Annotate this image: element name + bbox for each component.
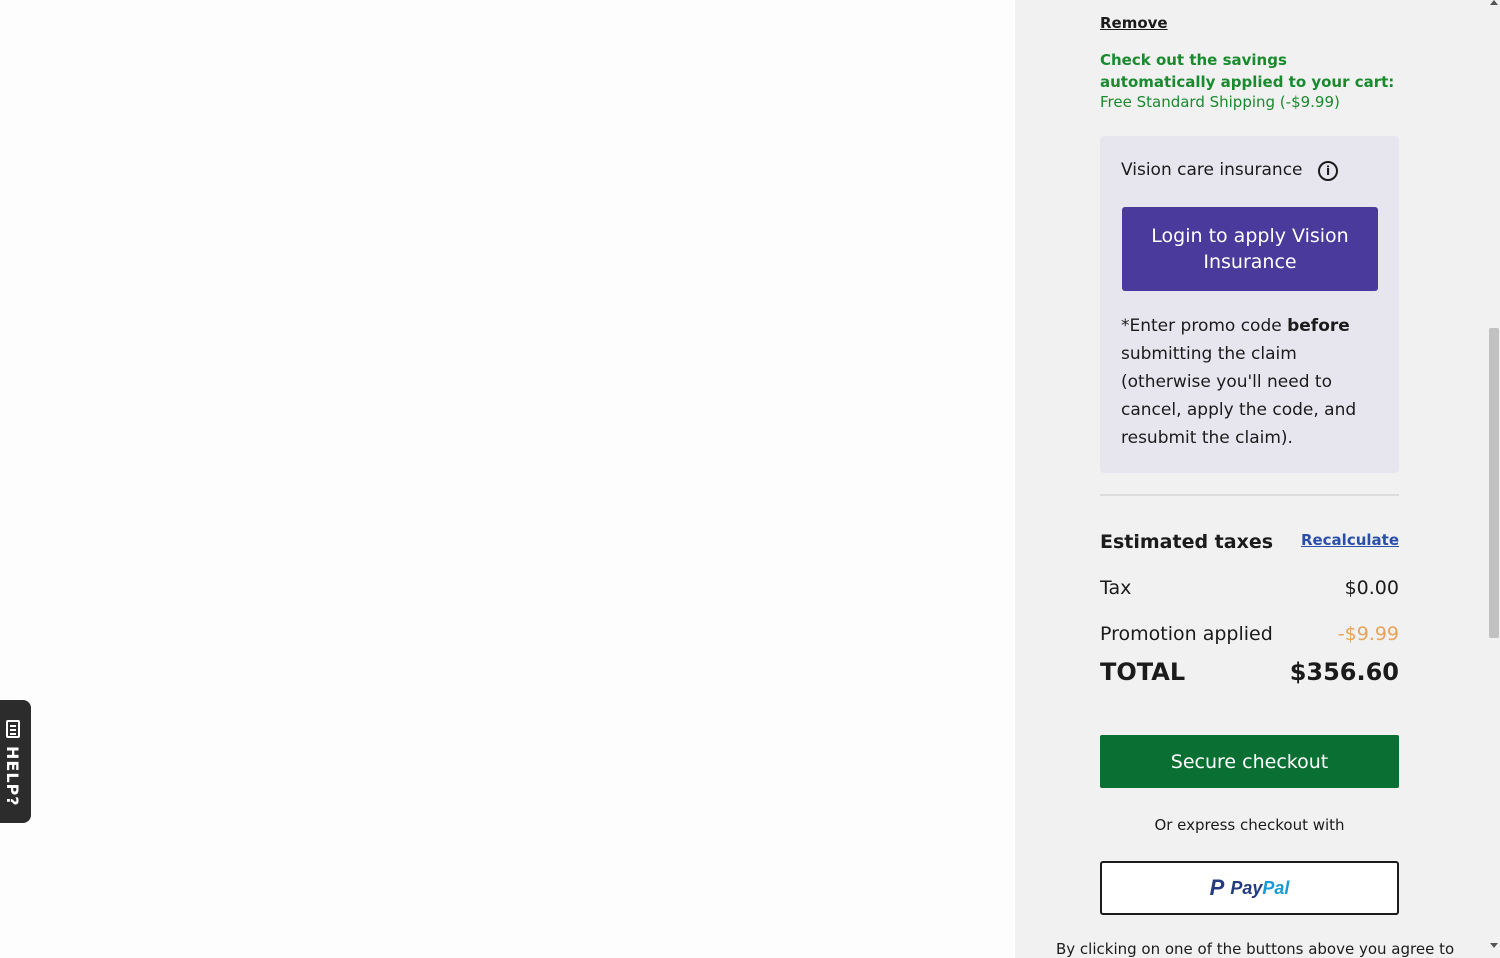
total-label: TOTAL [1100,658,1186,686]
vision-insurance-panel: Vision care insurance i Login to apply V… [1100,136,1399,473]
help-tab-label: HELP? [3,746,22,807]
help-tab[interactable]: HELP? [0,700,31,823]
scroll-up-arrow-icon[interactable] [1490,0,1498,5]
paypal-logo-pal: Pal [1262,877,1290,898]
chat-icon [5,720,20,738]
login-apply-insurance-button[interactable]: Login to apply Vision Insurance [1122,207,1378,291]
promotion-value: -$9.99 [1337,623,1399,645]
promo-note-prefix: *Enter promo code [1121,316,1288,336]
estimated-taxes-heading: Estimated taxes [1100,531,1274,553]
section-divider [1100,494,1399,496]
checkout-disclaimer: By clicking on one of the buttons above … [1056,940,1455,958]
promo-note-suffix: submitting the claim (otherwise you'll n… [1121,344,1357,448]
savings-item: Free Standard Shipping (-$9.99) [1100,93,1340,111]
paypal-button[interactable]: P PayPal [1100,861,1399,915]
tax-label: Tax [1100,577,1132,599]
scrollbar-thumb[interactable] [1489,328,1499,638]
express-checkout-text: Or express checkout with [1154,816,1345,834]
remove-link[interactable]: Remove [1100,14,1168,32]
promotion-label: Promotion applied [1100,623,1273,645]
promo-note-bold: before [1287,316,1350,336]
scroll-down-arrow-icon[interactable] [1490,943,1498,948]
recalculate-link[interactable]: Recalculate [1301,531,1399,549]
secure-checkout-button[interactable]: Secure checkout [1100,735,1399,788]
promo-code-note: *Enter promo code before submitting the … [1121,312,1376,452]
vision-insurance-title: Vision care insurance [1121,160,1303,180]
main-content-area [0,0,1015,958]
paypal-logo: PayPal [1230,878,1289,899]
total-value: $356.60 [1289,658,1399,686]
scrollbar[interactable] [1488,0,1500,958]
savings-title: Check out the savings automatically appl… [1100,51,1395,91]
paypal-logo-pay: Pay [1230,877,1263,898]
tax-value: $0.00 [1344,577,1399,599]
info-icon[interactable]: i [1318,161,1338,181]
paypal-icon: P [1209,875,1225,900]
